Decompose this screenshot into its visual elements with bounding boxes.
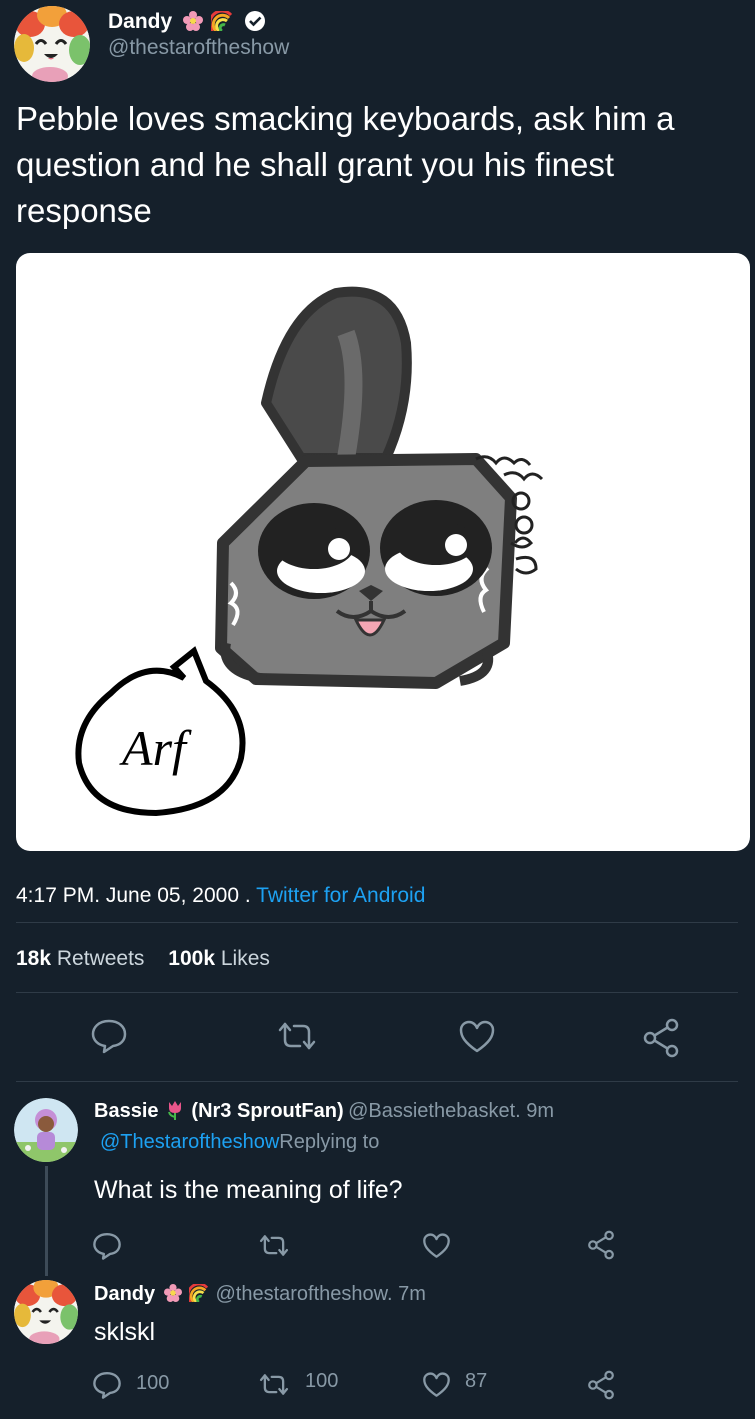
retweets-stat[interactable]: 18k Retweets (16, 947, 150, 970)
flower-icon (163, 1284, 182, 1307)
likes-stat[interactable]: 100k Likes (168, 947, 270, 970)
pebble-drawing: Arf (75, 286, 544, 817)
retweet-icon[interactable] (276, 1020, 318, 1052)
retweet-icon[interactable] (258, 1372, 290, 1397)
speech-bubble-text: Arf (119, 720, 192, 776)
like-icon[interactable] (458, 1020, 496, 1054)
like-count: 87 (465, 1370, 488, 1392)
tweet-stats: 18k Retweets 100k Likes (16, 947, 270, 971)
retweet-count: 100 (305, 1370, 339, 1392)
rainbow-icon (208, 9, 233, 36)
tulip-icon (166, 1100, 184, 1125)
author-name-row: Dandy (108, 9, 266, 37)
reply-icon[interactable] (92, 1231, 122, 1261)
meta-separator: . (244, 884, 251, 907)
share-icon[interactable] (587, 1370, 615, 1400)
reply-avatar[interactable] (14, 1098, 78, 1162)
author-avatar[interactable] (14, 6, 90, 82)
tweet-text: Pebble loves smacking keyboards, ask him… (16, 100, 675, 229)
replying-to-handle[interactable]: @Thestaroftheshow (100, 1131, 279, 1153)
replying-to: @ThestaroftheshowReplying to (100, 1131, 379, 1154)
like-icon[interactable] (422, 1372, 451, 1398)
share-icon[interactable] (587, 1230, 615, 1260)
retweets-count: 18k (16, 947, 52, 970)
divider (16, 992, 738, 993)
flower-icon (182, 11, 203, 36)
reply-handle[interactable]: @thestaroftheshow (215, 1283, 387, 1305)
reply-header: Bassie (Nr3 SproutFan) @Bassiethebasket.… (94, 1100, 554, 1125)
reply-text: sklskl (94, 1318, 156, 1346)
likes-label: Likes (220, 947, 270, 970)
divider (16, 1081, 738, 1082)
like-icon[interactable] (422, 1233, 451, 1259)
reply-icon[interactable] (90, 1018, 128, 1054)
verified-icon (244, 10, 266, 37)
reply-avatar[interactable] (14, 1280, 78, 1344)
author-display-name[interactable]: Dandy (108, 10, 172, 33)
replying-to-label: Replying to (279, 1131, 380, 1153)
tweet-source-link[interactable]: Twitter for Android (256, 884, 425, 907)
reply-time: . 9m (515, 1100, 555, 1122)
reply-handle[interactable]: @Bassiethebasket (348, 1100, 515, 1122)
reply-time: . 7m (387, 1283, 426, 1305)
reply-display-name[interactable]: Dandy (94, 1283, 155, 1305)
tweet-meta: 4:17 PM. June 05, 2000 . Twitter for And… (16, 884, 425, 908)
thread-line (45, 1166, 48, 1276)
likes-count: 100k (168, 947, 215, 970)
reply-icon[interactable] (92, 1370, 122, 1400)
share-icon[interactable] (642, 1018, 680, 1058)
rainbow-icon (186, 1282, 209, 1307)
divider (16, 922, 738, 923)
author-handle[interactable]: @thestaroftheshow (108, 36, 289, 60)
tweet-image[interactable]: Arf (16, 253, 750, 851)
tweet-timestamp[interactable]: 4:17 PM. June 05, 2000 (16, 884, 239, 907)
reply-text: What is the meaning of life? (94, 1176, 403, 1204)
retweets-label: Retweets (56, 947, 145, 970)
reply-header: Dandy @thestaroftheshow. 7m (94, 1282, 426, 1307)
reply-display-name[interactable]: Bassie (94, 1100, 159, 1122)
retweet-icon[interactable] (258, 1233, 290, 1258)
reply-display-name-suffix[interactable]: (Nr3 SproutFan) (191, 1100, 343, 1122)
reply-count: 100 (136, 1372, 170, 1394)
